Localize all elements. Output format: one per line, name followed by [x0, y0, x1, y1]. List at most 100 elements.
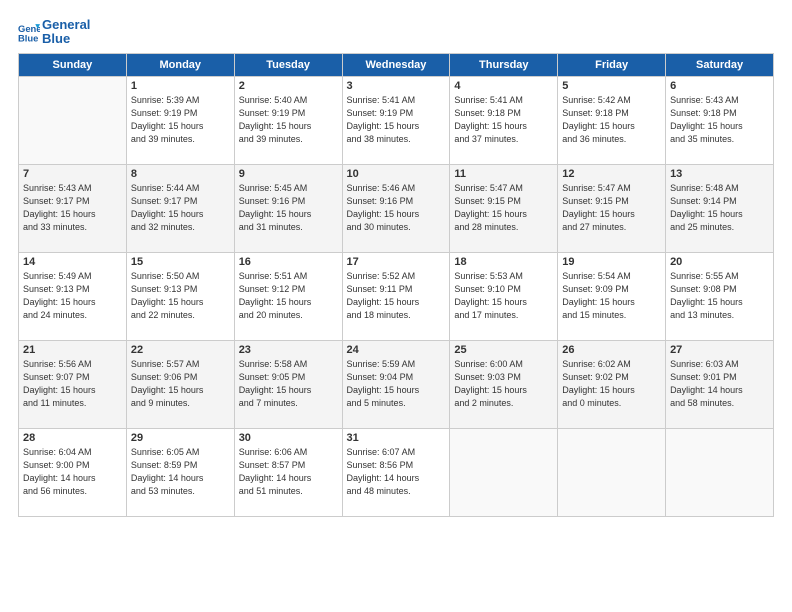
calendar-cell: 7 Sunrise: 5:43 AM Sunset: 9:17 PM Daylig… [19, 164, 127, 252]
calendar-cell: 13Sunrise: 5:48 AM Sunset: 9:14 PM Dayli… [666, 164, 774, 252]
day-info: Sunrise: 6:06 AM Sunset: 8:57 PM Dayligh… [239, 446, 338, 498]
day-info: Sunrise: 5:47 AM Sunset: 9:15 PM Dayligh… [454, 182, 553, 234]
day-info: Sunrise: 5:50 AM Sunset: 9:13 PM Dayligh… [131, 270, 230, 322]
logo-line1: General [42, 18, 90, 32]
calendar-cell [450, 428, 558, 516]
calendar-cell: 14Sunrise: 5:49 AM Sunset: 9:13 PM Dayli… [19, 252, 127, 340]
day-number: 29 [131, 432, 230, 444]
day-number: 9 [239, 168, 338, 180]
day-info: Sunrise: 6:03 AM Sunset: 9:01 PM Dayligh… [670, 358, 769, 410]
calendar-cell: 4 Sunrise: 5:41 AM Sunset: 9:18 PM Daylig… [450, 76, 558, 164]
calendar-cell: 23 Sunrise: 5:58 AM Sunset: 9:05 PM Dayli… [234, 340, 342, 428]
day-info: Sunrise: 5:57 AM Sunset: 9:06 PM Dayligh… [131, 358, 230, 410]
day-number: 23 [239, 344, 338, 356]
calendar-cell: 19Sunrise: 5:54 AM Sunset: 9:09 PM Dayli… [558, 252, 666, 340]
day-number: 22 [131, 344, 230, 356]
day-number: 20 [670, 256, 769, 268]
day-number: 30 [239, 432, 338, 444]
calendar-cell: 18 Sunrise: 5:53 AM Sunset: 9:10 PM Dayli… [450, 252, 558, 340]
calendar-cell: 28Sunrise: 6:04 AM Sunset: 9:00 PM Dayli… [19, 428, 127, 516]
day-number: 15 [131, 256, 230, 268]
day-info: Sunrise: 5:49 AM Sunset: 9:13 PM Dayligh… [23, 270, 122, 322]
day-number: 10 [347, 168, 446, 180]
day-info: Sunrise: 6:07 AM Sunset: 8:56 PM Dayligh… [347, 446, 446, 498]
day-info: Sunrise: 5:44 AM Sunset: 9:17 PM Dayligh… [131, 182, 230, 234]
day-info: Sunrise: 5:42 AM Sunset: 9:18 PM Dayligh… [562, 94, 661, 146]
calendar-page: General Blue General Blue SundayMondayTu… [0, 0, 792, 612]
calendar-cell: 10 Sunrise: 5:46 AM Sunset: 9:16 PM Dayli… [342, 164, 450, 252]
day-info: Sunrise: 5:55 AM Sunset: 9:08 PM Dayligh… [670, 270, 769, 322]
day-info: Sunrise: 6:04 AM Sunset: 9:00 PM Dayligh… [23, 446, 122, 498]
day-info: Sunrise: 5:41 AM Sunset: 9:19 PM Dayligh… [347, 94, 446, 146]
calendar-cell [19, 76, 127, 164]
day-number: 6 [670, 80, 769, 92]
logo: General Blue General Blue [18, 18, 90, 47]
svg-text:Blue: Blue [18, 33, 38, 44]
day-number: 11 [454, 168, 553, 180]
calendar-cell: 8 Sunrise: 5:44 AM Sunset: 9:17 PM Daylig… [126, 164, 234, 252]
day-info: Sunrise: 5:56 AM Sunset: 9:07 PM Dayligh… [23, 358, 122, 410]
header: General Blue General Blue [18, 18, 774, 47]
weekday-header-monday: Monday [126, 53, 234, 76]
day-info: Sunrise: 5:52 AM Sunset: 9:11 PM Dayligh… [347, 270, 446, 322]
day-info: Sunrise: 5:41 AM Sunset: 9:18 PM Dayligh… [454, 94, 553, 146]
day-number: 7 [23, 168, 122, 180]
calendar-cell: 20 Sunrise: 5:55 AM Sunset: 9:08 PM Dayli… [666, 252, 774, 340]
day-number: 18 [454, 256, 553, 268]
weekday-header-sunday: Sunday [19, 53, 127, 76]
calendar-cell: 29 Sunrise: 6:05 AM Sunset: 8:59 PM Dayli… [126, 428, 234, 516]
day-info: Sunrise: 5:46 AM Sunset: 9:16 PM Dayligh… [347, 182, 446, 234]
calendar-cell: 26Sunrise: 6:02 AM Sunset: 9:02 PM Dayli… [558, 340, 666, 428]
weekday-header-tuesday: Tuesday [234, 53, 342, 76]
day-number: 5 [562, 80, 661, 92]
calendar-cell: 3 Sunrise: 5:41 AM Sunset: 9:19 PM Daylig… [342, 76, 450, 164]
weekday-header-row: SundayMondayTuesdayWednesdayThursdayFrid… [19, 53, 774, 76]
calendar-cell: 12Sunrise: 5:47 AM Sunset: 9:15 PM Dayli… [558, 164, 666, 252]
week-row-2: 7 Sunrise: 5:43 AM Sunset: 9:17 PM Daylig… [19, 164, 774, 252]
day-number: 27 [670, 344, 769, 356]
day-number: 21 [23, 344, 122, 356]
day-number: 2 [239, 80, 338, 92]
calendar-cell: 22 Sunrise: 5:57 AM Sunset: 9:06 PM Dayli… [126, 340, 234, 428]
logo-line2: Blue [42, 32, 90, 46]
calendar-cell: 1Sunrise: 5:39 AM Sunset: 9:19 PM Daylig… [126, 76, 234, 164]
day-number: 24 [347, 344, 446, 356]
day-number: 17 [347, 256, 446, 268]
calendar-table: SundayMondayTuesdayWednesdayThursdayFrid… [18, 53, 774, 517]
weekday-header-thursday: Thursday [450, 53, 558, 76]
calendar-cell: 17 Sunrise: 5:52 AM Sunset: 9:11 PM Dayli… [342, 252, 450, 340]
day-info: Sunrise: 5:51 AM Sunset: 9:12 PM Dayligh… [239, 270, 338, 322]
week-row-1: 1Sunrise: 5:39 AM Sunset: 9:19 PM Daylig… [19, 76, 774, 164]
calendar-cell [666, 428, 774, 516]
calendar-cell: 11 Sunrise: 5:47 AM Sunset: 9:15 PM Dayli… [450, 164, 558, 252]
day-info: Sunrise: 5:40 AM Sunset: 9:19 PM Dayligh… [239, 94, 338, 146]
day-number: 3 [347, 80, 446, 92]
calendar-cell: 31 Sunrise: 6:07 AM Sunset: 8:56 PM Dayli… [342, 428, 450, 516]
week-row-3: 14Sunrise: 5:49 AM Sunset: 9:13 PM Dayli… [19, 252, 774, 340]
day-number: 1 [131, 80, 230, 92]
day-number: 31 [347, 432, 446, 444]
calendar-cell: 6Sunrise: 5:43 AM Sunset: 9:18 PM Daylig… [666, 76, 774, 164]
calendar-cell [558, 428, 666, 516]
day-number: 4 [454, 80, 553, 92]
day-number: 8 [131, 168, 230, 180]
calendar-cell: 21 Sunrise: 5:56 AM Sunset: 9:07 PM Dayli… [19, 340, 127, 428]
day-info: Sunrise: 5:53 AM Sunset: 9:10 PM Dayligh… [454, 270, 553, 322]
calendar-cell: 2 Sunrise: 5:40 AM Sunset: 9:19 PM Daylig… [234, 76, 342, 164]
calendar-cell: 16Sunrise: 5:51 AM Sunset: 9:12 PM Dayli… [234, 252, 342, 340]
weekday-header-friday: Friday [558, 53, 666, 76]
calendar-cell: 30 Sunrise: 6:06 AM Sunset: 8:57 PM Dayli… [234, 428, 342, 516]
day-info: Sunrise: 5:43 AM Sunset: 9:17 PM Dayligh… [23, 182, 122, 234]
week-row-5: 28Sunrise: 6:04 AM Sunset: 9:00 PM Dayli… [19, 428, 774, 516]
day-number: 26 [562, 344, 661, 356]
weekday-header-saturday: Saturday [666, 53, 774, 76]
day-info: Sunrise: 5:58 AM Sunset: 9:05 PM Dayligh… [239, 358, 338, 410]
day-info: Sunrise: 6:05 AM Sunset: 8:59 PM Dayligh… [131, 446, 230, 498]
day-info: Sunrise: 5:48 AM Sunset: 9:14 PM Dayligh… [670, 182, 769, 234]
calendar-cell: 5 Sunrise: 5:42 AM Sunset: 9:18 PM Daylig… [558, 76, 666, 164]
day-info: Sunrise: 6:00 AM Sunset: 9:03 PM Dayligh… [454, 358, 553, 410]
logo-icon: General Blue [18, 21, 40, 43]
week-row-4: 21 Sunrise: 5:56 AM Sunset: 9:07 PM Dayli… [19, 340, 774, 428]
calendar-cell: 9Sunrise: 5:45 AM Sunset: 9:16 PM Daylig… [234, 164, 342, 252]
calendar-cell: 15 Sunrise: 5:50 AM Sunset: 9:13 PM Dayli… [126, 252, 234, 340]
